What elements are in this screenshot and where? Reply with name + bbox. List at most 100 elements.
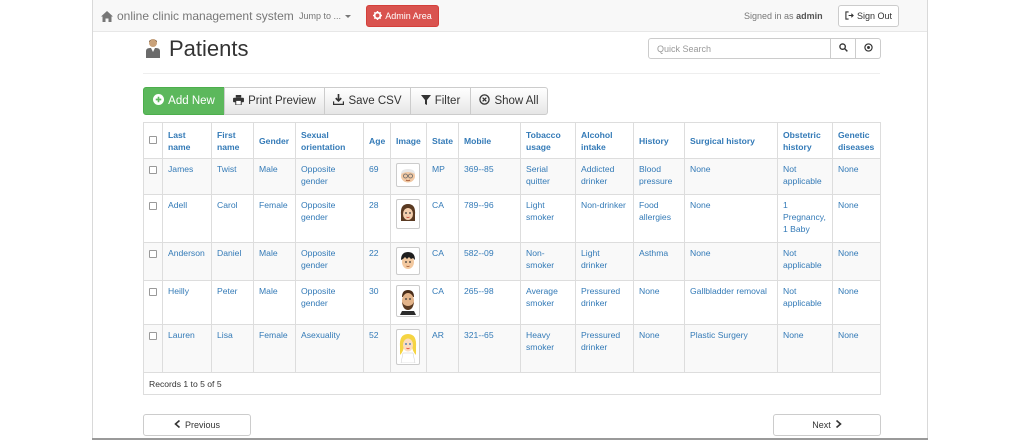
sign-out-button[interactable]: Sign Out: [838, 5, 899, 27]
cell-tobacco[interactable]: Average smoker: [520, 280, 576, 325]
cell-gender[interactable]: Male: [253, 242, 296, 281]
cell-history[interactable]: Asthma: [633, 242, 685, 281]
cell-last-name[interactable]: Adell: [162, 194, 212, 243]
cell-genetic[interactable]: None: [832, 242, 881, 281]
filter-button[interactable]: Filter: [410, 87, 471, 115]
cell-age[interactable]: 69: [363, 158, 391, 195]
cell-last-name[interactable]: Lauren: [162, 324, 212, 373]
col-header-gender[interactable]: Gender: [253, 122, 296, 159]
col-header-mobile[interactable]: Mobile: [458, 122, 521, 159]
cell-state[interactable]: CA: [426, 194, 459, 243]
cell-first-name[interactable]: Lisa: [211, 324, 254, 373]
young-man-avatar[interactable]: [396, 247, 420, 275]
cell-tobacco[interactable]: Serial quitter: [520, 158, 576, 195]
cell-obstetric[interactable]: Not applicable: [777, 280, 833, 325]
previous-page-button[interactable]: Previous: [143, 414, 251, 436]
cell-state[interactable]: AR: [426, 324, 459, 373]
search-button[interactable]: [831, 38, 856, 59]
cell-gender[interactable]: Female: [253, 194, 296, 243]
cell-image[interactable]: [390, 158, 427, 195]
col-header-state[interactable]: State: [426, 122, 459, 159]
print-preview-button[interactable]: Print Preview: [224, 87, 325, 115]
cell-age[interactable]: 30: [363, 280, 391, 325]
cell-history[interactable]: Blood pressure: [633, 158, 685, 195]
cell-mobile[interactable]: 582--09: [458, 242, 521, 281]
cell-alcohol[interactable]: Non-drinker: [575, 194, 634, 243]
cell-surgical[interactable]: Gallbladder removal: [684, 280, 778, 325]
cell-obstetric[interactable]: 1 Pregnancy, 1 Baby: [777, 194, 833, 243]
row-checkbox[interactable]: [149, 288, 157, 296]
cell-genetic[interactable]: None: [832, 194, 881, 243]
table-row[interactable]: James Twist Male Opposite gender 69 MP 3…: [143, 158, 881, 195]
col-header-history[interactable]: History: [633, 122, 685, 159]
next-page-button[interactable]: Next: [773, 414, 881, 436]
quick-search-input[interactable]: [648, 38, 831, 59]
save-csv-button[interactable]: Save CSV: [324, 87, 411, 115]
cell-history[interactable]: Food allergies: [633, 194, 685, 243]
cell-mobile[interactable]: 321--65: [458, 324, 521, 373]
col-header-first-name[interactable]: First name: [211, 122, 254, 159]
col-header-image[interactable]: Image: [390, 122, 427, 159]
elderly-man-avatar[interactable]: [396, 163, 420, 187]
cell-genetic[interactable]: None: [832, 158, 881, 195]
cell-alcohol[interactable]: Addicted drinker: [575, 158, 634, 195]
cell-first-name[interactable]: Peter: [211, 280, 254, 325]
cell-surgical[interactable]: None: [684, 158, 778, 195]
cell-genetic[interactable]: None: [832, 280, 881, 325]
cell-obstetric[interactable]: Not applicable: [777, 158, 833, 195]
col-header-genetic-diseases[interactable]: Genetic diseases: [832, 122, 881, 159]
cell-genetic[interactable]: None: [832, 324, 881, 373]
cell-gender[interactable]: Male: [253, 158, 296, 195]
cell-alcohol[interactable]: Light drinker: [575, 242, 634, 281]
cell-gender[interactable]: Male: [253, 280, 296, 325]
brand-link[interactable]: online clinic management system: [101, 9, 294, 23]
add-new-button[interactable]: Add New: [143, 87, 225, 115]
cell-last-name[interactable]: Anderson: [162, 242, 212, 281]
cell-history[interactable]: None: [633, 324, 685, 373]
cell-orientation[interactable]: Opposite gender: [295, 194, 364, 243]
cell-last-name[interactable]: James: [162, 158, 212, 195]
cell-age[interactable]: 28: [363, 194, 391, 243]
col-header-sexual-orientation[interactable]: Sexual orientation: [295, 122, 364, 159]
cell-image[interactable]: [390, 242, 427, 281]
cell-surgical[interactable]: None: [684, 242, 778, 281]
row-checkbox[interactable]: [149, 202, 157, 210]
cell-state[interactable]: CA: [426, 242, 459, 281]
cell-tobacco[interactable]: Light smoker: [520, 194, 576, 243]
col-header-surgical-history[interactable]: Surgical history: [684, 122, 778, 159]
cell-orientation[interactable]: Opposite gender: [295, 280, 364, 325]
clear-search-button[interactable]: [856, 38, 881, 59]
woman-avatar[interactable]: [396, 199, 420, 229]
show-all-button[interactable]: Show All: [470, 87, 548, 115]
col-header-obstetric-history[interactable]: Obstetric history: [777, 122, 833, 159]
cell-tobacco[interactable]: Heavy smoker: [520, 324, 576, 373]
col-header-age[interactable]: Age: [363, 122, 391, 159]
cell-orientation[interactable]: Opposite gender: [295, 158, 364, 195]
cell-mobile[interactable]: 265--98: [458, 280, 521, 325]
cell-orientation[interactable]: Asexuality: [295, 324, 364, 373]
admin-area-button[interactable]: Admin Area: [366, 5, 439, 27]
bearded-man-avatar[interactable]: [396, 285, 420, 317]
col-header-tobacco-usage[interactable]: Tobacco usage: [520, 122, 576, 159]
row-checkbox[interactable]: [149, 166, 157, 174]
cell-last-name[interactable]: Heilly: [162, 280, 212, 325]
row-checkbox[interactable]: [149, 332, 157, 340]
cell-age[interactable]: 52: [363, 324, 391, 373]
table-row[interactable]: Heilly Peter Male Opposite gender 30 CA …: [143, 280, 881, 325]
col-header-last-name[interactable]: Last name: [162, 122, 212, 159]
cell-orientation[interactable]: Opposite gender: [295, 242, 364, 281]
cell-obstetric[interactable]: Not applicable: [777, 242, 833, 281]
row-checkbox[interactable]: [149, 250, 157, 258]
cell-surgical[interactable]: Plastic Surgery: [684, 324, 778, 373]
cell-history[interactable]: None: [633, 280, 685, 325]
cell-image[interactable]: [390, 324, 427, 373]
cell-alcohol[interactable]: Pressured drinker: [575, 280, 634, 325]
cell-surgical[interactable]: None: [684, 194, 778, 243]
table-row[interactable]: Adell Carol Female Opposite gender 28 CA…: [143, 194, 881, 243]
table-row[interactable]: Anderson Daniel Male Opposite gender 22 …: [143, 242, 881, 281]
cell-age[interactable]: 22: [363, 242, 391, 281]
cell-mobile[interactable]: 789--96: [458, 194, 521, 243]
select-all-checkbox[interactable]: [149, 135, 157, 144]
cell-image[interactable]: [390, 194, 427, 243]
cell-gender[interactable]: Female: [253, 324, 296, 373]
